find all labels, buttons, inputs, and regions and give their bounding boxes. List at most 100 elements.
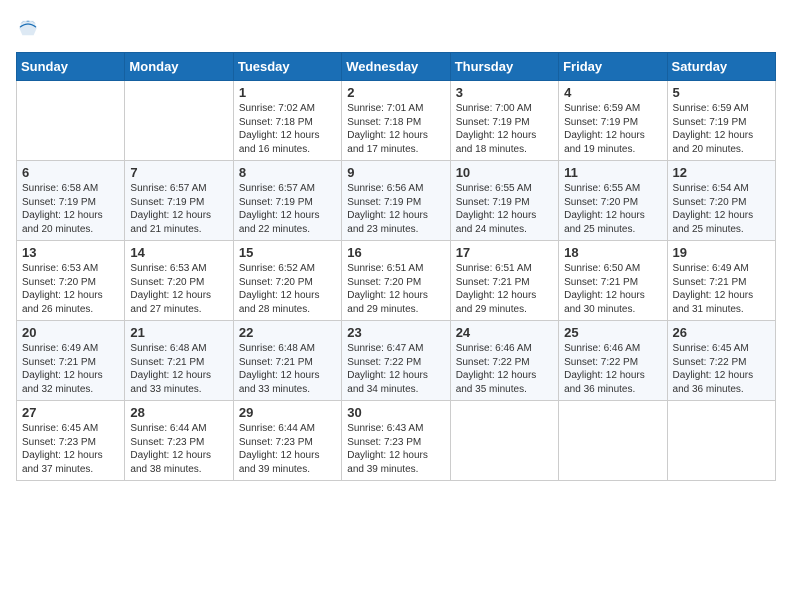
day-number: 16 (347, 245, 444, 260)
day-number: 10 (456, 165, 553, 180)
calendar-cell: 11 Sunrise: 6:55 AMSunset: 7:20 PMDayligh… (559, 161, 667, 241)
weekday-header-saturday: Saturday (667, 53, 775, 81)
calendar-cell: 27 Sunrise: 6:45 AMSunset: 7:23 PMDayligh… (17, 401, 125, 481)
calendar-cell: 25 Sunrise: 6:46 AMSunset: 7:22 PMDayligh… (559, 321, 667, 401)
day-number: 9 (347, 165, 444, 180)
day-number: 28 (130, 405, 227, 420)
calendar-cell: 24Sunrise: 6:46 AMSunset: 7:22 PMDayligh… (450, 321, 558, 401)
day-info: Sunrise: 6:43 AMSunset: 7:23 PMDaylight:… (347, 422, 444, 476)
day-info: Sunrise: 6:53 AMSunset: 7:20 PMDaylight:… (22, 262, 119, 316)
day-info: Sunrise: 6:46 AMSunset: 7:22 PMDaylight:… (456, 342, 553, 396)
day-info: Sunrise: 6:49 AMSunset: 7:21 PMDaylight:… (673, 262, 770, 316)
calendar-cell: 22 Sunrise: 6:48 AMSunset: 7:21 PMDayligh… (233, 321, 341, 401)
weekday-header-tuesday: Tuesday (233, 53, 341, 81)
day-number: 6 (22, 165, 119, 180)
calendar-cell: 13 Sunrise: 6:53 AMSunset: 7:20 PMDayligh… (17, 241, 125, 321)
calendar-cell: 20Sunrise: 6:49 AMSunset: 7:21 PMDayligh… (17, 321, 125, 401)
calendar-cell: 28 Sunrise: 6:44 AMSunset: 7:23 PMDayligh… (125, 401, 233, 481)
calendar-cell: 29 Sunrise: 6:44 AMSunset: 7:23 PMDayligh… (233, 401, 341, 481)
calendar-cell: 7 Sunrise: 6:57 AMSunset: 7:19 PMDaylight… (125, 161, 233, 241)
day-number: 14 (130, 245, 227, 260)
weekday-header-monday: Monday (125, 53, 233, 81)
day-info: Sunrise: 6:59 AMSunset: 7:19 PMDaylight:… (564, 102, 661, 156)
weekday-header-sunday: Sunday (17, 53, 125, 81)
day-number: 20 (22, 325, 119, 340)
day-number: 4 (564, 85, 661, 100)
week-row-4: 20Sunrise: 6:49 AMSunset: 7:21 PMDayligh… (17, 321, 776, 401)
weekday-header-friday: Friday (559, 53, 667, 81)
day-number: 3 (456, 85, 553, 100)
day-info: Sunrise: 6:53 AMSunset: 7:20 PMDaylight:… (130, 262, 227, 316)
day-number: 17 (456, 245, 553, 260)
day-number: 12 (673, 165, 770, 180)
day-info: Sunrise: 7:02 AMSunset: 7:18 PMDaylight:… (239, 102, 336, 156)
calendar-cell: 26Sunrise: 6:45 AMSunset: 7:22 PMDayligh… (667, 321, 775, 401)
calendar-cell: 19 Sunrise: 6:49 AMSunset: 7:21 PMDayligh… (667, 241, 775, 321)
day-info: Sunrise: 6:56 AMSunset: 7:19 PMDaylight:… (347, 182, 444, 236)
week-row-5: 27 Sunrise: 6:45 AMSunset: 7:23 PMDayligh… (17, 401, 776, 481)
day-info: Sunrise: 6:51 AMSunset: 7:21 PMDaylight:… (456, 262, 553, 316)
calendar-cell: 16 Sunrise: 6:51 AMSunset: 7:20 PMDayligh… (342, 241, 450, 321)
day-info: Sunrise: 6:46 AMSunset: 7:22 PMDaylight:… (564, 342, 661, 396)
calendar-cell: 1 Sunrise: 7:02 AMSunset: 7:18 PMDaylight… (233, 81, 341, 161)
day-number: 22 (239, 325, 336, 340)
day-number: 19 (673, 245, 770, 260)
day-number: 5 (673, 85, 770, 100)
calendar-cell: 14 Sunrise: 6:53 AMSunset: 7:20 PMDayligh… (125, 241, 233, 321)
day-info: Sunrise: 7:01 AMSunset: 7:18 PMDaylight:… (347, 102, 444, 156)
calendar-cell: 12 Sunrise: 6:54 AMSunset: 7:20 PMDayligh… (667, 161, 775, 241)
calendar-cell: 10 Sunrise: 6:55 AMSunset: 7:19 PMDayligh… (450, 161, 558, 241)
week-row-3: 13 Sunrise: 6:53 AMSunset: 7:20 PMDayligh… (17, 241, 776, 321)
day-number: 1 (239, 85, 336, 100)
calendar-cell (667, 401, 775, 481)
day-info: Sunrise: 6:50 AMSunset: 7:21 PMDaylight:… (564, 262, 661, 316)
weekday-header-wednesday: Wednesday (342, 53, 450, 81)
calendar-cell (125, 81, 233, 161)
day-info: Sunrise: 6:55 AMSunset: 7:20 PMDaylight:… (564, 182, 661, 236)
day-info: Sunrise: 6:44 AMSunset: 7:23 PMDaylight:… (130, 422, 227, 476)
day-info: Sunrise: 6:57 AMSunset: 7:19 PMDaylight:… (130, 182, 227, 236)
week-row-2: 6 Sunrise: 6:58 AMSunset: 7:19 PMDaylight… (17, 161, 776, 241)
weekday-header-thursday: Thursday (450, 53, 558, 81)
day-number: 11 (564, 165, 661, 180)
day-number: 27 (22, 405, 119, 420)
day-info: Sunrise: 6:47 AMSunset: 7:22 PMDaylight:… (347, 342, 444, 396)
day-info: Sunrise: 6:44 AMSunset: 7:23 PMDaylight:… (239, 422, 336, 476)
page-header (16, 16, 776, 40)
day-info: Sunrise: 6:54 AMSunset: 7:20 PMDaylight:… (673, 182, 770, 236)
calendar-cell: 18Sunrise: 6:50 AMSunset: 7:21 PMDayligh… (559, 241, 667, 321)
calendar-cell: 17 Sunrise: 6:51 AMSunset: 7:21 PMDayligh… (450, 241, 558, 321)
calendar-cell (559, 401, 667, 481)
day-info: Sunrise: 6:52 AMSunset: 7:20 PMDaylight:… (239, 262, 336, 316)
day-number: 2 (347, 85, 444, 100)
day-info: Sunrise: 6:48 AMSunset: 7:21 PMDaylight:… (130, 342, 227, 396)
calendar-cell: 8Sunrise: 6:57 AMSunset: 7:19 PMDaylight… (233, 161, 341, 241)
day-number: 29 (239, 405, 336, 420)
calendar-cell: 15Sunrise: 6:52 AMSunset: 7:20 PMDayligh… (233, 241, 341, 321)
calendar-cell: 5 Sunrise: 6:59 AMSunset: 7:19 PMDaylight… (667, 81, 775, 161)
day-info: Sunrise: 6:58 AMSunset: 7:19 PMDaylight:… (22, 182, 119, 236)
calendar-cell: 9 Sunrise: 6:56 AMSunset: 7:19 PMDaylight… (342, 161, 450, 241)
calendar-cell (17, 81, 125, 161)
calendar-table: SundayMondayTuesdayWednesdayThursdayFrid… (16, 52, 776, 481)
day-info: Sunrise: 6:51 AMSunset: 7:20 PMDaylight:… (347, 262, 444, 316)
day-info: Sunrise: 6:59 AMSunset: 7:19 PMDaylight:… (673, 102, 770, 156)
day-number: 30 (347, 405, 444, 420)
calendar-cell: 23 Sunrise: 6:47 AMSunset: 7:22 PMDayligh… (342, 321, 450, 401)
day-info: Sunrise: 6:57 AMSunset: 7:19 PMDaylight:… (239, 182, 336, 236)
calendar-cell: 21Sunrise: 6:48 AMSunset: 7:21 PMDayligh… (125, 321, 233, 401)
logo (16, 16, 44, 40)
calendar-cell: 30 Sunrise: 6:43 AMSunset: 7:23 PMDayligh… (342, 401, 450, 481)
calendar-cell: 2 Sunrise: 7:01 AMSunset: 7:18 PMDaylight… (342, 81, 450, 161)
day-number: 26 (673, 325, 770, 340)
day-info: Sunrise: 6:45 AMSunset: 7:23 PMDaylight:… (22, 422, 119, 476)
day-info: Sunrise: 7:00 AMSunset: 7:19 PMDaylight:… (456, 102, 553, 156)
day-number: 25 (564, 325, 661, 340)
day-number: 13 (22, 245, 119, 260)
logo-icon (16, 16, 40, 40)
day-number: 23 (347, 325, 444, 340)
day-info: Sunrise: 6:48 AMSunset: 7:21 PMDaylight:… (239, 342, 336, 396)
calendar-cell: 3 Sunrise: 7:00 AMSunset: 7:19 PMDaylight… (450, 81, 558, 161)
day-number: 7 (130, 165, 227, 180)
day-info: Sunrise: 6:55 AMSunset: 7:19 PMDaylight:… (456, 182, 553, 236)
